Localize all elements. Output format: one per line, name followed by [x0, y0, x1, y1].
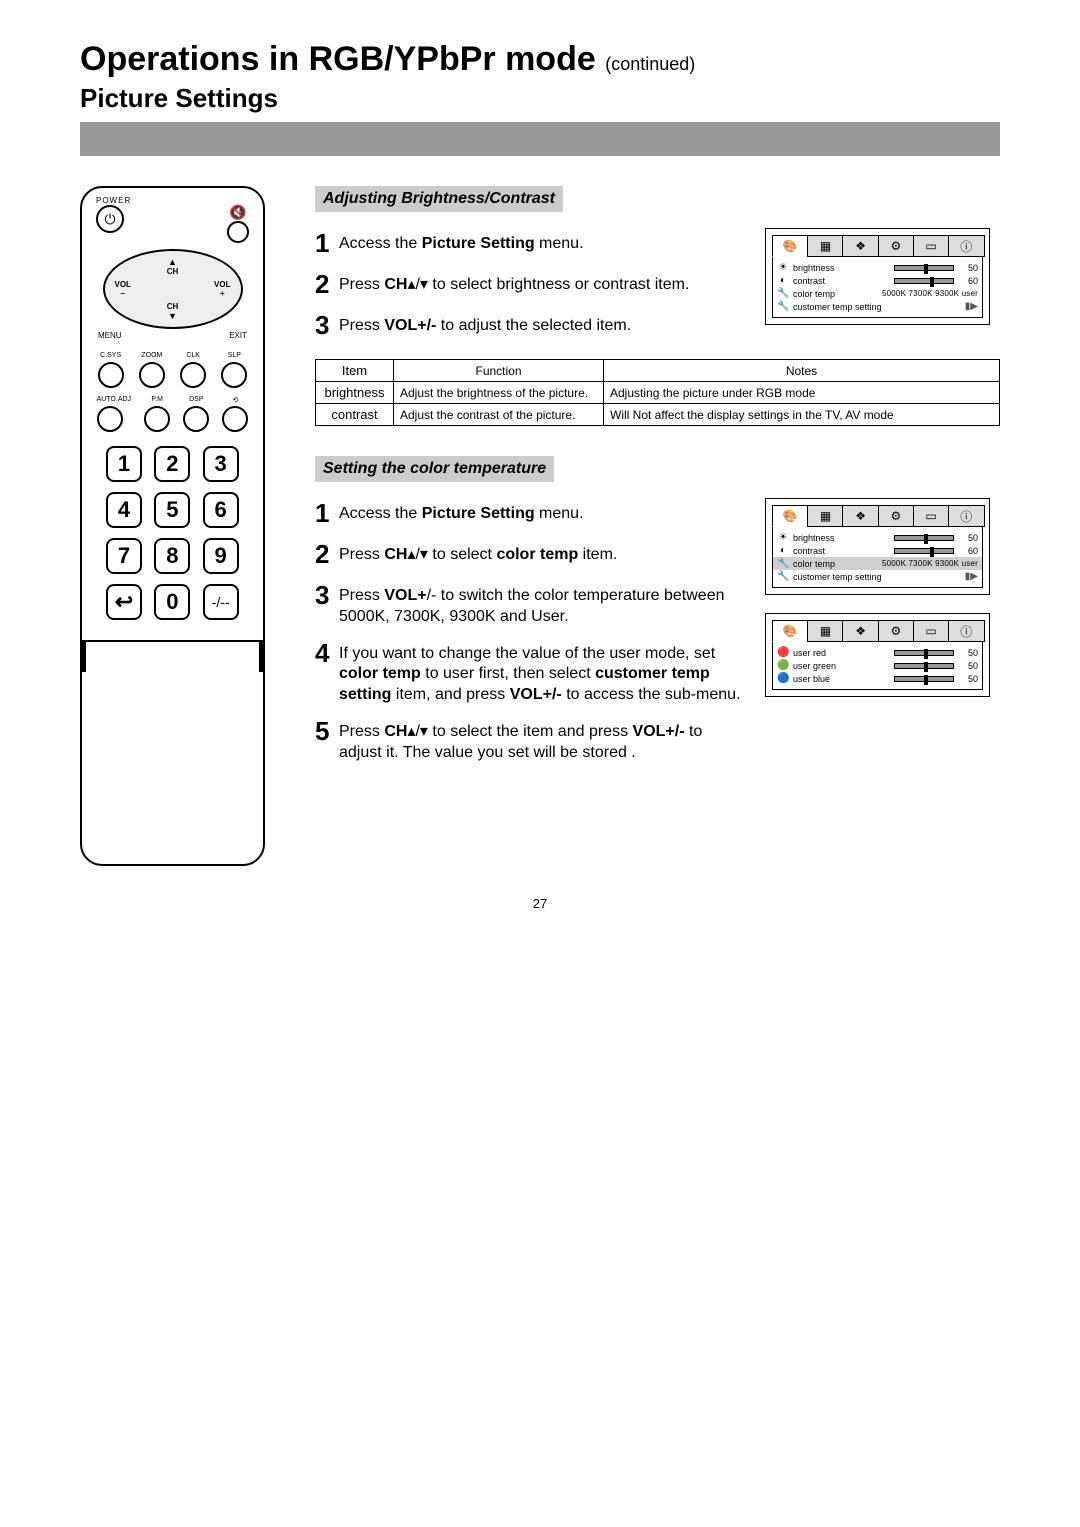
osd-tab: ⓘ — [948, 505, 985, 527]
instruction-step: 4If you want to change the value of the … — [315, 638, 745, 706]
osd-tab: 🎨 — [772, 505, 809, 527]
page-number: 27 — [80, 896, 1000, 911]
instruction-step: 3Press VOL+/- to switch the color temper… — [315, 580, 745, 628]
osd-tab: ❖ — [842, 235, 879, 257]
table-row: brightnessAdjust the brightness of the p… — [316, 382, 1000, 404]
osd-row: ☀brightness50 — [777, 261, 978, 274]
instruction-step: 2Press CH▴/▾ to select brightness or con… — [315, 269, 745, 300]
keypad-key: 1 — [106, 446, 142, 482]
osd-tab: ⓘ — [948, 620, 985, 642]
osd-row: 🔧color temp5000K 7300K 9300K user — [777, 287, 978, 300]
osd-row: 🔵user blue50 — [777, 672, 978, 685]
keypad-key: 8 — [154, 538, 190, 574]
nav-pad: ▲CH CH▼ VOL− VOL+ — [103, 249, 243, 329]
function-table: ItemFunctionNotes brightnessAdjust the b… — [315, 359, 1000, 426]
osd-panel-1: 🎨▦❖⚙▭ⓘ ☀brightness50◐contrast60🔧color tem… — [765, 228, 990, 325]
osd-panel-3: 🎨▦❖⚙▭ⓘ 🔴user red50🟢user green50🔵user blue… — [765, 613, 990, 697]
osd-panel-2: 🎨▦❖⚙▭ⓘ ☀brightness50◐contrast60🔧color tem… — [765, 498, 990, 595]
remote-small-button: CLK — [180, 352, 206, 388]
decorative-bar — [80, 122, 1000, 156]
subsection-heading-1: Adjusting Brightness/Contrast — [315, 186, 563, 212]
exit-label: EXIT — [229, 331, 247, 340]
osd-row: ☀brightness50 — [777, 531, 978, 544]
table-row: contrastAdjust the contrast of the pictu… — [316, 404, 1000, 426]
osd-tab: ⚙ — [878, 505, 915, 527]
subsection-heading-2: Setting the color temperature — [315, 456, 554, 482]
keypad-key: 5 — [154, 492, 190, 528]
osd-tab: 🎨 — [772, 235, 809, 257]
osd-row: ◐contrast60 — [777, 274, 978, 287]
osd-tab: ❖ — [842, 620, 879, 642]
keypad-key: 2 — [154, 446, 190, 482]
table-header: Notes — [604, 360, 1000, 382]
osd-row: 🔧customer temp setting▮▶ — [777, 300, 978, 313]
remote-small-button: ZOOM — [139, 352, 165, 388]
osd-row: 🔧customer temp setting▮▶ — [777, 570, 978, 583]
remote-small-button: P.M — [144, 396, 170, 432]
instruction-step: 5Press CH▴/▾ to select the item and pres… — [315, 716, 745, 764]
section-heading: Picture Settings — [80, 83, 1000, 114]
table-header: Item — [316, 360, 394, 382]
power-label: POWER — [96, 196, 131, 205]
osd-tab: ▦ — [807, 505, 844, 527]
osd-row: ◐contrast60 — [777, 544, 978, 557]
osd-row: 🔧color temp5000K 7300K 9300K user — [773, 557, 982, 570]
instruction-step: 1Access the Picture Setting menu. — [315, 228, 745, 259]
remote-small-button: AUTO.ADJ — [97, 396, 132, 432]
menu-label: MENU — [98, 331, 122, 340]
osd-tab: ▦ — [807, 620, 844, 642]
osd-tab: ▭ — [913, 235, 950, 257]
keypad-key: ↩ — [106, 584, 142, 620]
osd-tab: ▭ — [913, 505, 950, 527]
keypad-key: 3 — [203, 446, 239, 482]
keypad-key: 6 — [203, 492, 239, 528]
osd-row: 🔴user red50 — [777, 646, 978, 659]
osd-tab: ▦ — [807, 235, 844, 257]
remote-small-button: SLP — [221, 352, 247, 388]
osd-tab: ⓘ — [948, 235, 985, 257]
instruction-step: 2Press CH▴/▾ to select color temp item. — [315, 539, 745, 570]
table-header: Function — [394, 360, 604, 382]
keypad-key: -/-- — [203, 584, 239, 620]
power-button: ⏻ — [96, 205, 124, 233]
osd-tab: ❖ — [842, 505, 879, 527]
instruction-step: 3Press VOL+/- to adjust the selected ite… — [315, 310, 745, 341]
osd-tab: ⚙ — [878, 620, 915, 642]
osd-tab: 🎨 — [772, 620, 809, 642]
osd-row: 🟢user green50 — [777, 659, 978, 672]
remote-small-button: DSP — [183, 396, 209, 432]
page-title: Operations in RGB/YPbPr mode (continued) — [80, 40, 1000, 79]
mute-button — [227, 221, 249, 243]
keypad-key: 4 — [106, 492, 142, 528]
keypad-key: 0 — [154, 584, 190, 620]
remote-control-diagram: POWER ⏻ 🔇 ▲CH CH▼ VOL− VOL+ MENU EXIT C.… — [80, 186, 265, 866]
instruction-step: 1Access the Picture Setting menu. — [315, 498, 745, 529]
osd-tab: ⚙ — [878, 235, 915, 257]
remote-small-button: C.SYS — [98, 352, 124, 388]
mute-icon: 🔇 — [227, 204, 249, 221]
keypad-key: 7 — [106, 538, 142, 574]
osd-tab: ▭ — [913, 620, 950, 642]
keypad-key: 9 — [203, 538, 239, 574]
remote-small-button: ⟲ — [222, 396, 248, 432]
